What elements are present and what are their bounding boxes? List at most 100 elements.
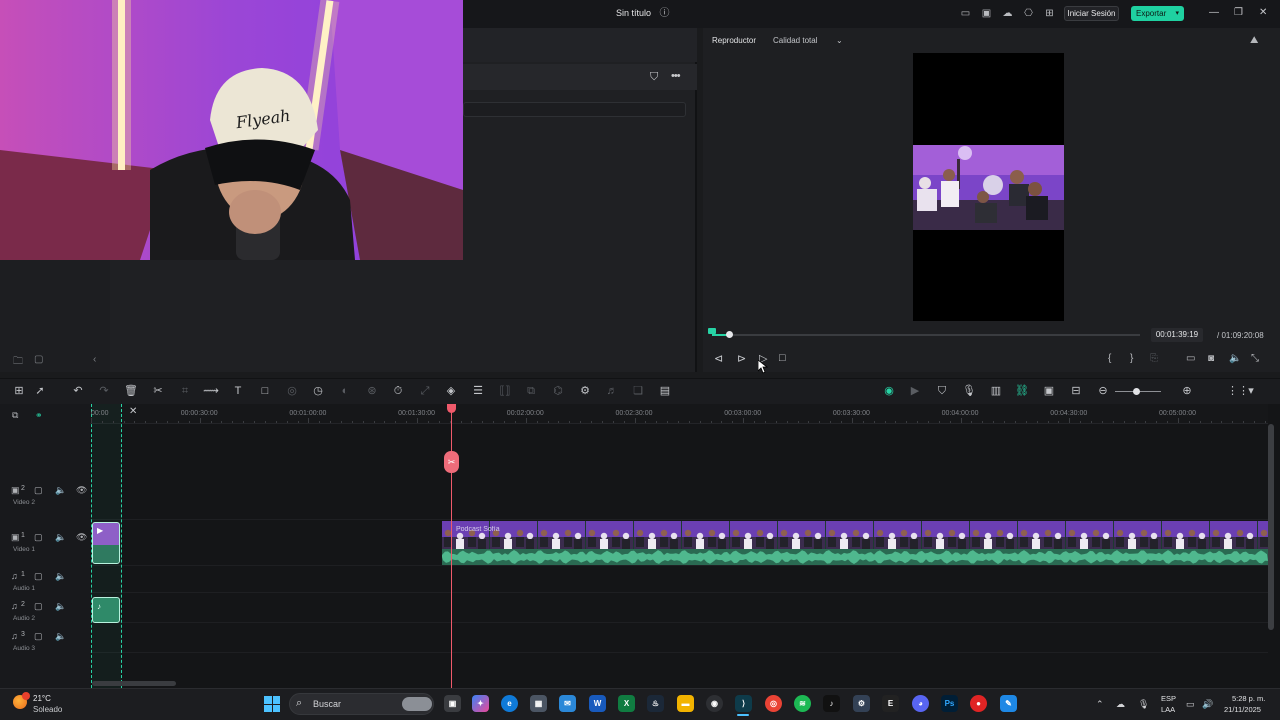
info-icon[interactable]: ⓘ bbox=[658, 7, 671, 20]
in-point-marker[interactable] bbox=[708, 328, 716, 334]
crop-icon[interactable]: ⌗ bbox=[177, 384, 193, 398]
grid-view-icon[interactable]: ⋮⋮ bbox=[1227, 384, 1249, 398]
image-icon[interactable]: ⛰ bbox=[1250, 35, 1258, 46]
filmora-icon[interactable]: ⟩ bbox=[735, 695, 752, 712]
record-icon[interactable]: ● bbox=[970, 695, 987, 712]
timeline-horizontal-scrollbar[interactable] bbox=[92, 681, 176, 686]
paint-icon[interactable]: ✎ bbox=[1000, 695, 1017, 712]
folder-icon[interactable]: ▢ bbox=[34, 532, 43, 543]
chevron-up-icon[interactable]: ⌃ bbox=[1096, 699, 1104, 710]
pip-icon[interactable]: ▣ bbox=[1041, 384, 1057, 398]
support-icon[interactable]: ⎔ bbox=[1022, 7, 1035, 20]
text-icon[interactable]: T bbox=[230, 384, 246, 398]
tiktok-icon[interactable]: ♪ bbox=[823, 695, 840, 712]
folder-icon[interactable]: ▢ bbox=[34, 354, 43, 365]
discord-icon[interactable]: ◕ bbox=[912, 695, 929, 712]
microphone-icon[interactable]: 🎙 bbox=[1138, 699, 1149, 710]
spotify-icon[interactable]: ≋ bbox=[794, 695, 811, 712]
folder-icon[interactable]: ▢ bbox=[34, 485, 43, 496]
photoshop-icon[interactable]: Ps bbox=[941, 695, 958, 712]
folder-icon[interactable]: ▢ bbox=[34, 571, 43, 582]
adjust-icon[interactable]: ☰ bbox=[470, 384, 486, 398]
eye-icon[interactable]: 👁 bbox=[76, 532, 87, 543]
detach-icon[interactable]: ⧉ bbox=[523, 384, 539, 398]
audio-mix-icon[interactable]: ▥ bbox=[988, 384, 1004, 398]
maximize-icon[interactable]: ❐ bbox=[1234, 7, 1243, 18]
zoom-slider-knob[interactable] bbox=[1133, 388, 1140, 395]
folder-icon[interactable]: ▢ bbox=[34, 631, 43, 642]
marker-icon[interactable]: ⎘ bbox=[1150, 353, 1158, 364]
chevron-down-icon[interactable]: ⌄ bbox=[836, 36, 843, 45]
obs-icon[interactable]: ◉ bbox=[706, 695, 723, 712]
volume-icon[interactable]: 🔈 bbox=[55, 631, 66, 642]
edge-icon[interactable]: e bbox=[501, 695, 518, 712]
weather-temperature[interactable]: 21°C bbox=[33, 694, 51, 703]
steam-icon[interactable]: ♨ bbox=[647, 695, 664, 712]
current-timecode[interactable]: 00:01:39:19 bbox=[1151, 328, 1203, 342]
weather-description[interactable]: Soleado bbox=[33, 705, 62, 714]
file-explorer-icon[interactable]: ▬ bbox=[677, 695, 694, 712]
mark-in-icon[interactable]: { bbox=[1108, 353, 1111, 364]
volume-icon[interactable]: 🔊 bbox=[1202, 699, 1213, 710]
display-icon[interactable]: ▭ bbox=[1186, 353, 1195, 364]
volume-icon[interactable]: 🔈 bbox=[1229, 353, 1241, 364]
delete-icon[interactable]: 🗑 bbox=[123, 384, 139, 398]
cloud-icon[interactable]: ☁ bbox=[1116, 699, 1125, 710]
chevron-down-icon[interactable]: ▾ bbox=[1243, 384, 1259, 398]
more-options-icon[interactable]: ••• bbox=[671, 70, 681, 82]
previous-frame-icon[interactable]: ⊲ bbox=[714, 352, 723, 365]
settings-icon[interactable]: ⚙ bbox=[853, 695, 870, 712]
input-language[interactable]: ESP bbox=[1161, 694, 1176, 703]
microphone-icon[interactable]: 🎙 bbox=[961, 384, 977, 398]
speed-icon[interactable]: ⟿ bbox=[203, 384, 219, 398]
display-icon[interactable]: ▭ bbox=[1186, 699, 1195, 710]
task-view-icon[interactable]: ▣ bbox=[444, 695, 461, 712]
select-tool-icon[interactable]: ➚ bbox=[32, 384, 48, 398]
folder-icon[interactable]: ▢ bbox=[34, 601, 43, 612]
player-tab[interactable]: Reproductor bbox=[712, 36, 756, 45]
apps-icon[interactable]: ⊞ bbox=[1043, 7, 1056, 20]
playhead-handle[interactable] bbox=[447, 404, 456, 413]
add-track-icon[interactable]: ⧉ bbox=[12, 410, 18, 421]
copilot-icon[interactable]: ✦ bbox=[472, 695, 489, 712]
link-icon[interactable]: ⛓ bbox=[1014, 384, 1030, 398]
export-button[interactable]: Exportar ▾ bbox=[1131, 6, 1184, 21]
next-frame-icon[interactable]: ⊳ bbox=[737, 352, 746, 365]
video-clip-small[interactable]: ▶ bbox=[92, 522, 120, 564]
snap-icon[interactable]: ◉ bbox=[881, 384, 897, 398]
fullscreen-icon[interactable]: ⤡ bbox=[1251, 353, 1259, 364]
redo-icon[interactable]: ↷ bbox=[96, 384, 112, 398]
mail-icon[interactable]: ✉ bbox=[559, 695, 576, 712]
timer-icon[interactable]: ⏱ bbox=[390, 384, 406, 398]
link-icon[interactable]: ⚭ bbox=[35, 410, 43, 421]
store-icon[interactable]: ▦ bbox=[530, 695, 547, 712]
keyboard-layout[interactable]: LAA bbox=[1161, 705, 1175, 714]
word-icon[interactable]: W bbox=[589, 695, 606, 712]
login-button[interactable]: Iniciar Sesión bbox=[1064, 6, 1119, 21]
collapse-icon[interactable]: ‹ bbox=[93, 354, 96, 365]
chrome-icon[interactable]: ◎ bbox=[765, 695, 782, 712]
motion-icon[interactable]: ⌬ bbox=[550, 384, 566, 398]
duration-icon[interactable]: ◷ bbox=[310, 384, 326, 398]
excel-icon[interactable]: X bbox=[618, 695, 635, 712]
clock-date[interactable]: 21/11/2025 bbox=[1224, 705, 1261, 714]
captions-icon[interactable]: ⊟ bbox=[1068, 384, 1084, 398]
eye-icon[interactable]: 👁 bbox=[76, 485, 87, 496]
color-icon[interactable]: ◐ bbox=[337, 384, 353, 398]
layout-icon[interactable]: ▭ bbox=[959, 7, 972, 20]
volume-icon[interactable]: 🔈 bbox=[55, 532, 66, 543]
playhead[interactable] bbox=[451, 408, 452, 688]
minimize-icon[interactable]: — bbox=[1209, 7, 1219, 18]
zoom-out-icon[interactable]: ⊖ bbox=[1095, 384, 1111, 398]
audio-clip-small[interactable]: ♪ bbox=[92, 597, 120, 623]
effects-icon[interactable]: ◈ bbox=[443, 384, 459, 398]
fit-icon[interactable]: ⤢ bbox=[417, 384, 433, 398]
epic-games-icon[interactable]: E bbox=[882, 695, 899, 712]
save-icon[interactable]: ▣ bbox=[980, 7, 993, 20]
shape-icon[interactable]: □ bbox=[257, 384, 273, 398]
volume-icon[interactable]: 🔈 bbox=[55, 485, 66, 496]
layout-grid-icon[interactable]: ⊞ bbox=[11, 384, 27, 398]
mark-out-icon[interactable]: } bbox=[1130, 353, 1133, 364]
copy-icon[interactable]: ❏ bbox=[630, 384, 646, 398]
undo-icon[interactable]: ↶ bbox=[70, 384, 86, 398]
